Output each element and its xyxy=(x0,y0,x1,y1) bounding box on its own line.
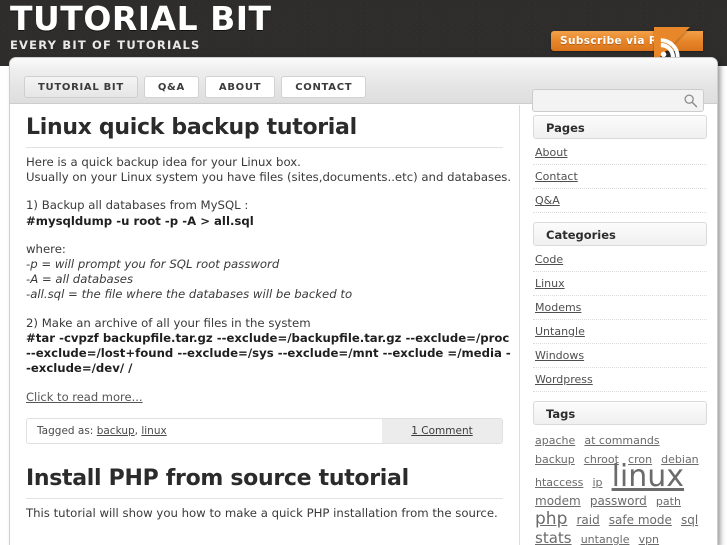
category-link-wordpress[interactable]: Wordpress xyxy=(535,373,593,386)
widget-tags-title: Tags xyxy=(533,401,707,425)
content-column: Linux quick backup tutorial Here is a qu… xyxy=(10,105,520,545)
site-logo[interactable]: TUTORIAL BIT EVERY BIT OF TUTORIALS xyxy=(10,0,272,53)
post-code-line: --exclude=/lost+found --exclude=/sys --e… xyxy=(26,346,511,361)
rss-icon xyxy=(660,38,680,58)
category-link-windows[interactable]: Windows xyxy=(535,349,584,362)
widget-tags: Tags apache at commands backup chroot cr… xyxy=(533,401,707,545)
post-tag-linux[interactable]: linux xyxy=(141,425,166,437)
category-link-code[interactable]: Code xyxy=(535,253,563,266)
tag-link-path[interactable]: path xyxy=(656,495,681,508)
page-link-about[interactable]: About xyxy=(535,146,568,159)
list-item: Windows xyxy=(533,344,707,368)
post-item: Linux quick backup tutorial Here is a qu… xyxy=(26,115,511,445)
tag-link-safe-mode[interactable]: safe mode xyxy=(609,513,672,527)
list-item: Wordpress xyxy=(533,368,707,392)
widget-pages-title: Pages xyxy=(533,115,707,139)
post-line: Here is a quick backup idea for your Lin… xyxy=(26,155,301,169)
tag-link-sql[interactable]: sql xyxy=(681,513,698,527)
page-sheet: TUTORIAL BIT Q&A ABOUT CONTACT Linux qui… xyxy=(10,58,717,545)
tag-link-modem[interactable]: modem xyxy=(535,494,581,508)
list-item: Modems xyxy=(533,296,707,320)
tag-link-stats[interactable]: stats xyxy=(535,529,572,545)
post-title[interactable]: Install PHP from source tutorial xyxy=(26,466,503,500)
read-more-link[interactable]: Click to read more... xyxy=(26,390,143,404)
post-body: This tutorial will show you how to make … xyxy=(26,506,503,521)
category-link-untangle[interactable]: Untangle xyxy=(535,325,585,338)
logo-subtitle: EVERY BIT OF TUTORIALS xyxy=(10,38,201,52)
post-tags: Tagged as: backup, linux xyxy=(27,419,382,443)
tag-cloud: apache at commands backup chroot cron de… xyxy=(533,430,707,545)
tag-link-php[interactable]: php xyxy=(535,509,567,529)
tag-link-at-commands[interactable]: at commands xyxy=(584,434,659,447)
tag-link-backup[interactable]: backup xyxy=(535,453,575,466)
logo-title: TUTORIAL BIT xyxy=(10,0,272,38)
tag-link-vpn[interactable]: vpn xyxy=(639,533,659,545)
tag-link-linux[interactable]: linux xyxy=(612,459,684,494)
post-tag-backup[interactable]: backup xyxy=(97,425,135,437)
nav-items: TUTORIAL BIT Q&A ABOUT CONTACT xyxy=(24,76,367,98)
tag-link-ip[interactable]: ip xyxy=(592,476,602,489)
list-item: Code xyxy=(533,248,707,272)
tag-link-untangle[interactable]: untangle xyxy=(581,533,630,545)
post-line: This tutorial will show you how to make … xyxy=(26,506,498,521)
post-line: where: xyxy=(26,241,66,256)
post-comments-link[interactable]: 1 Comment xyxy=(382,419,502,444)
sheet-gloss xyxy=(10,58,717,71)
list-item: Linux xyxy=(533,272,707,296)
widget-pages: Pages About Contact Q&A xyxy=(533,115,707,213)
nav-item-qa[interactable]: Q&A xyxy=(143,76,199,98)
post-item: Install PHP from source tutorial This tu… xyxy=(26,466,503,521)
site-header: TUTORIAL BIT EVERY BIT OF TUTORIALS Subs… xyxy=(0,0,727,66)
post-code-line: -exclude=/dev/ / xyxy=(26,361,133,376)
post-spacer xyxy=(26,229,503,242)
pages-list: About Contact Q&A xyxy=(533,141,707,213)
list-item: About xyxy=(533,141,707,165)
categories-list: Code Linux Modems Untangle Windows Wordp… xyxy=(533,248,707,392)
page-root: TUTORIAL BIT EVERY BIT OF TUTORIALS Subs… xyxy=(0,0,727,545)
tag-link-raid[interactable]: raid xyxy=(576,513,599,527)
tag-link-htaccess[interactable]: htaccess xyxy=(535,476,583,489)
nav-item-about[interactable]: ABOUT xyxy=(204,76,276,98)
tagged-as-label: Tagged as: xyxy=(37,425,94,438)
post-line: 2) Make an archive of all your files in … xyxy=(26,315,311,330)
post-spacer xyxy=(26,303,503,316)
nav-item-contact[interactable]: CONTACT xyxy=(281,76,367,98)
page-body: Linux quick backup tutorial Here is a qu… xyxy=(10,105,717,545)
post-line: -p = will prompt you for SQL root passwo… xyxy=(26,257,280,272)
post-body: Here is a quick backup idea for your Lin… xyxy=(26,155,511,376)
tag-link-password[interactable]: password xyxy=(590,494,647,508)
post-code-line: #tar -cvpzf backupfile.tar.gz --exclude=… xyxy=(26,330,510,345)
post-tag-bar: Tagged as: backup, linux 1 Comment xyxy=(26,418,503,445)
category-link-modems[interactable]: Modems xyxy=(535,301,581,314)
list-item: Untangle xyxy=(533,320,707,344)
post-line: -all.sql = the file where the databases … xyxy=(26,287,353,302)
widget-categories-title: Categories xyxy=(533,222,707,246)
nav-item-tutorial-bit[interactable]: TUTORIAL BIT xyxy=(24,76,138,98)
widget-categories: Categories Code Linux Modems Untangle Wi… xyxy=(533,222,707,392)
post-code-line: #mysqldump -u root -p -A > all.sql xyxy=(26,213,254,228)
post-line: -A = all databases xyxy=(26,272,134,287)
tag-link-apache[interactable]: apache xyxy=(535,434,575,447)
post-spacer xyxy=(26,185,503,198)
post-line: Usually on your Linux system you have fi… xyxy=(26,170,512,185)
list-item: Q&A xyxy=(533,189,707,213)
tag-separator: , xyxy=(134,425,138,438)
page-link-contact[interactable]: Contact xyxy=(535,170,578,183)
category-link-linux[interactable]: Linux xyxy=(535,277,565,290)
list-item: Contact xyxy=(533,165,707,189)
main-navigation: TUTORIAL BIT Q&A ABOUT CONTACT xyxy=(10,71,717,112)
post-title[interactable]: Linux quick backup tutorial xyxy=(26,115,503,148)
post-line: 1) Backup all databases from MySQL : xyxy=(26,198,249,213)
sidebar: Pages About Contact Q&A Categories Code … xyxy=(521,105,717,545)
page-link-qa[interactable]: Q&A xyxy=(535,194,560,207)
